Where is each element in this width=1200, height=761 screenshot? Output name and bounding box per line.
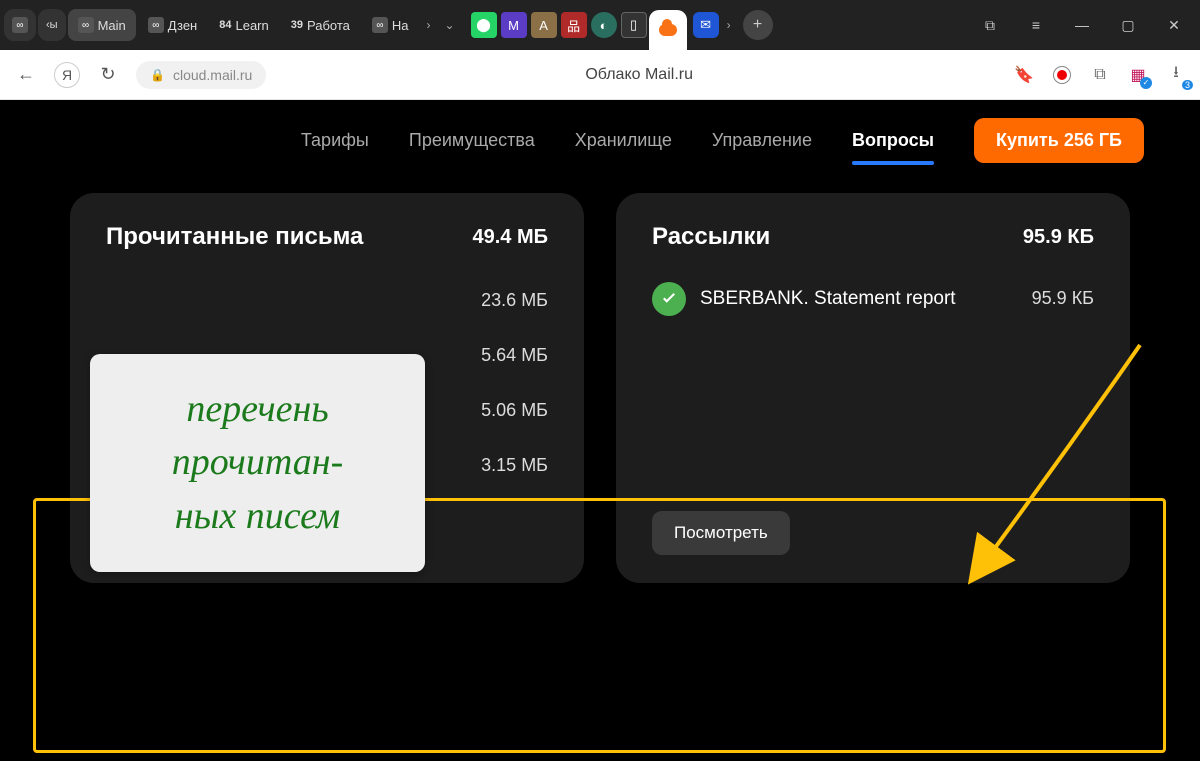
minimize-button[interactable]: — — [1060, 10, 1104, 40]
tab-dzen[interactable]: ∞Дзен — [138, 9, 207, 41]
item-name: SBERBANK. Statement report — [700, 288, 956, 310]
tab-work[interactable]: 39Работа — [281, 9, 360, 41]
mailru-cloud-icon — [659, 24, 677, 36]
maximize-button[interactable]: ▢ — [1106, 10, 1150, 40]
infinity-icon: ∞ — [372, 17, 388, 33]
size-column: 23.6 МБ 5.64 МБ 5.06 МБ 3.15 МБ — [481, 273, 548, 493]
active-tab-cloud[interactable] — [649, 10, 687, 50]
infinity-icon: ∞ — [148, 17, 164, 33]
page-title: Облако Mail.ru — [280, 66, 998, 84]
card-mailings: Рассылки 95.9 КБ SBERBANK. Statement rep… — [616, 193, 1130, 583]
close-button[interactable]: ✕ — [1152, 10, 1196, 40]
pinned-apps-strip: ⬤ M А 品 ◐ ▯ — [471, 12, 647, 38]
card-total-size: 95.9 КБ — [1023, 226, 1094, 249]
annotation-line: прочитан- — [172, 438, 344, 487]
address-bar: ← Я ↻ 🔒 cloud.mail.ru Облако Mail.ru 🔖 ⧉… — [0, 50, 1200, 100]
nav-benefits[interactable]: Преимущества — [409, 130, 535, 151]
card-title: Рассылки — [652, 223, 770, 251]
pinned-tab[interactable]: ‹ы — [38, 9, 66, 41]
card-total-size: 49.4 МБ — [472, 226, 548, 249]
nav-management[interactable]: Управление — [712, 130, 812, 151]
tab-overflow-icon[interactable]: › — [421, 18, 437, 32]
extension-badge-icon[interactable]: ▦✓ — [1126, 63, 1150, 87]
yandex-icon[interactable]: Я — [54, 62, 80, 88]
annotation-note: перечень прочитан- ных писем — [90, 354, 425, 572]
nav-questions[interactable]: Вопросы — [852, 130, 934, 151]
nav-tariffs[interactable]: Тарифы — [301, 130, 369, 151]
annotation-line: перечень — [186, 385, 328, 434]
back-button[interactable]: ← — [12, 61, 40, 89]
window-titlebar: ∞ ‹ы ∞Main ∞Дзен 84Learn 39Работа ∞На › … — [0, 0, 1200, 50]
extensions-icon[interactable]: ⧉ — [1088, 63, 1112, 87]
annotation-line: ных писем — [175, 492, 341, 541]
record-icon[interactable] — [1050, 63, 1074, 87]
check-badge: ✓ — [1140, 77, 1152, 89]
item-size: 23.6 МБ — [481, 273, 548, 328]
app-icon[interactable]: А — [531, 12, 557, 38]
bookmark-icon[interactable]: 🔖 — [1012, 63, 1036, 87]
next-tab-icon[interactable]: › — [721, 18, 737, 32]
nav-storage[interactable]: Хранилище — [575, 130, 672, 151]
item-size: 3.15 МБ — [481, 438, 548, 493]
new-tab-button[interactable]: + — [743, 10, 773, 40]
item-size: 5.06 МБ — [481, 383, 548, 438]
item-size: 5.64 МБ — [481, 328, 548, 383]
app-icon[interactable]: 品 — [561, 12, 587, 38]
buy-storage-button[interactable]: Купить 256 ГБ — [974, 118, 1144, 163]
sidebar-toggle-icon[interactable]: ⧉ — [968, 10, 1012, 40]
view-button[interactable]: Посмотреть — [652, 511, 790, 555]
whatsapp-icon[interactable]: ⬤ — [471, 12, 497, 38]
downloads-icon[interactable]: ⭳3 — [1164, 63, 1188, 87]
sberbank-icon — [652, 282, 686, 316]
lock-icon: 🔒 — [150, 68, 165, 82]
tab-main[interactable]: ∞Main — [68, 9, 136, 41]
tab-na[interactable]: ∞На — [362, 9, 419, 41]
window-controls: ⧉ ≡ — ▢ ✕ — [968, 10, 1196, 40]
url-box[interactable]: 🔒 cloud.mail.ru — [136, 61, 266, 89]
menu-icon[interactable]: ≡ — [1014, 10, 1058, 40]
list-item[interactable]: SBERBANK. Statement report 95.9 КБ — [652, 271, 1094, 326]
card-title: Прочитанные письма — [106, 223, 363, 251]
tab-learn[interactable]: 84Learn — [209, 9, 279, 41]
infinity-icon: ∞ — [78, 17, 94, 33]
url-text: cloud.mail.ru — [173, 67, 252, 83]
mail-icon[interactable]: ✉ — [693, 12, 719, 38]
app-icon[interactable]: ◐ — [591, 12, 617, 38]
downloads-count: 3 — [1182, 80, 1193, 90]
tab-dropdown-icon[interactable]: ⌄ — [439, 18, 461, 32]
reload-button[interactable]: ↻ — [94, 61, 122, 89]
page-nav: Тарифы Преимущества Хранилище Управление… — [0, 100, 1200, 183]
doc-icon[interactable]: ▯ — [621, 12, 647, 38]
app-icon[interactable]: M — [501, 12, 527, 38]
item-size: 95.9 КБ — [1032, 288, 1094, 309]
tab-glyph: ‹ы — [46, 19, 58, 31]
pinned-tab[interactable]: ∞ — [4, 9, 36, 41]
infinity-icon: ∞ — [12, 17, 28, 33]
